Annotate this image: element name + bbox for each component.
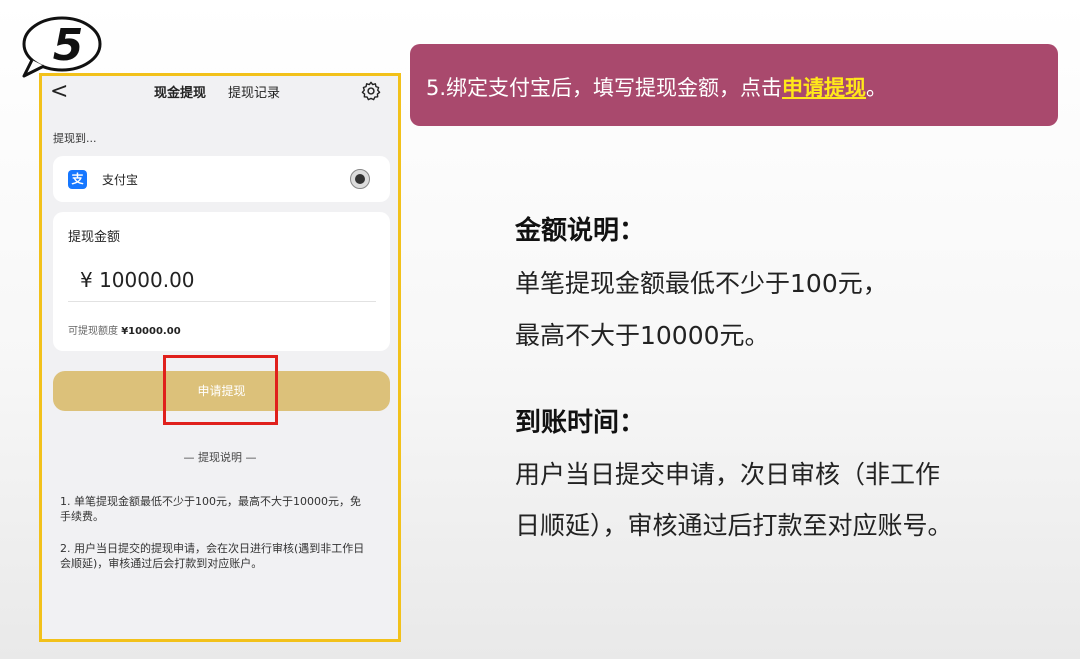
explain-title: — 提现说明 — <box>183 451 257 464</box>
tab-cash-withdraw[interactable]: 现金提现 <box>154 82 206 101</box>
tab-withdraw-records[interactable]: 提现记录 <box>228 82 280 101</box>
available-label: 可提现额度 <box>68 326 118 337</box>
amount-section-title: 金额说明： <box>515 216 646 246</box>
back-icon[interactable]: < <box>50 78 68 106</box>
step-number: 5 <box>52 20 84 71</box>
alipay-icon: 支 <box>68 170 87 189</box>
payment-method-card[interactable]: 支 支付宝 <box>53 156 390 202</box>
instruction-suffix: 。 <box>866 76 888 100</box>
nav-bar: < 现金提现 提现记录 <box>42 76 398 110</box>
withdraw-to-label: 提现到... <box>53 132 97 145</box>
available-value: ¥10000.00 <box>121 326 181 337</box>
instruction-prefix: 5.绑定支付宝后，填写提现金额，点击 <box>426 76 783 100</box>
instruction-highlight: 申请提现 <box>782 76 867 100</box>
amount-section-line: 最高不大于10000元。 <box>515 321 770 350</box>
payment-method-name: 支付宝 <box>102 173 139 187</box>
available-amount: 可提现额度 ¥10000.00 <box>68 322 181 337</box>
gear-icon[interactable] <box>360 80 382 102</box>
arrival-section-line: 用户当日提交申请，次日审核（非工作 <box>515 460 941 489</box>
amount-divider <box>68 301 376 302</box>
selected-check-icon[interactable] <box>350 169 370 189</box>
amount-label: 提现金额 <box>68 230 121 245</box>
amount-card: 提现金额 ¥ 10000.00 可提现额度 ¥10000.00 <box>53 212 390 351</box>
phone-screenshot: < 现金提现 提现记录 提现到... 支 支付宝 提现金额 ¥ 10000.00… <box>39 73 401 642</box>
instruction-callout: 5.绑定支付宝后，填写提现金额，点击申请提现。 <box>410 44 1058 126</box>
arrival-section-title: 到账时间： <box>515 408 646 438</box>
instruction-text: 5.绑定支付宝后，填写提现金额，点击申请提现。 <box>426 72 887 102</box>
arrival-section-line: 日顺延），审核通过后打款至对应账号。 <box>515 511 953 540</box>
step-badge: 5 <box>18 12 104 82</box>
amount-section-line: 单笔提现金额最低不少于100元， <box>515 269 888 298</box>
amount-input[interactable]: ¥ 10000.00 <box>80 268 195 292</box>
note-item: 1. 单笔提现金额最低不少于100元，最高不大于10000元，免手续费。 <box>60 495 361 523</box>
highlight-box <box>163 355 278 425</box>
note-item: 2. 用户当日提交的提现申请，会在次日进行审核(遇到非工作日会顺延)，审核通过后… <box>60 542 365 570</box>
